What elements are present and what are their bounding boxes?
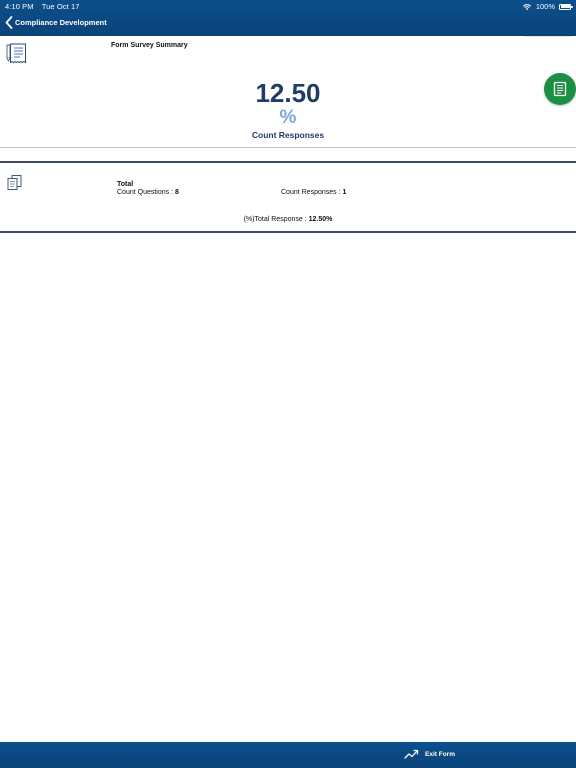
status-date: Tue Oct 17 — [41, 2, 80, 11]
divider-strong — [0, 161, 576, 163]
divider — [0, 147, 576, 148]
total-response-label: (%)Total Response : — [243, 216, 309, 223]
top-bar: 4:10 PM Tue Oct 17 100% Compliance Devel… — [0, 0, 576, 36]
battery-percent: 100% — [535, 2, 555, 11]
count-questions: Count Questions : 8 — [117, 189, 179, 196]
status-bar-right: 100% — [522, 2, 573, 11]
documents-icon — [7, 175, 22, 190]
count-questions-label: Count Questions : — [117, 189, 175, 196]
count-responses-label: Count Responses — [251, 130, 325, 140]
count-questions-value: 8 — [174, 189, 179, 196]
chevron-left-icon — [5, 16, 13, 29]
exit-form-label: Exit Form — [425, 750, 455, 758]
receipt-icon — [6, 43, 26, 64]
total-response-value: 12.50% — [308, 216, 333, 223]
report-fab-button[interactable] — [544, 73, 576, 105]
back-button[interactable]: Compliance Development — [5, 16, 107, 29]
divider-strong — [0, 231, 576, 233]
count-responses-label: Count Responses : — [281, 189, 343, 196]
status-time: 4:10 PM — [5, 2, 34, 11]
report-icon — [553, 81, 567, 97]
total-label: Total — [117, 181, 134, 188]
battery-icon — [559, 3, 573, 10]
trend-up-icon — [404, 749, 419, 759]
exit-form-button[interactable]: Exit Form — [404, 749, 455, 759]
wifi-icon — [522, 3, 531, 10]
percentage-symbol: % — [279, 107, 297, 128]
total-response: (%)Total Response : 12.50% — [0, 216, 576, 223]
summary-title: Form Survey Summary — [111, 42, 188, 49]
nav-title: Compliance Development — [15, 18, 107, 27]
response-percentage-value: 12.50 — [255, 78, 321, 108]
count-responses: Count Responses : 1 — [281, 189, 346, 196]
status-bar-left: 4:10 PM Tue Oct 17 — [5, 2, 86, 11]
header-tab-strip — [525, 36, 571, 37]
bottom-bar: Exit Form — [0, 742, 576, 768]
count-responses-value: 1 — [342, 189, 347, 196]
